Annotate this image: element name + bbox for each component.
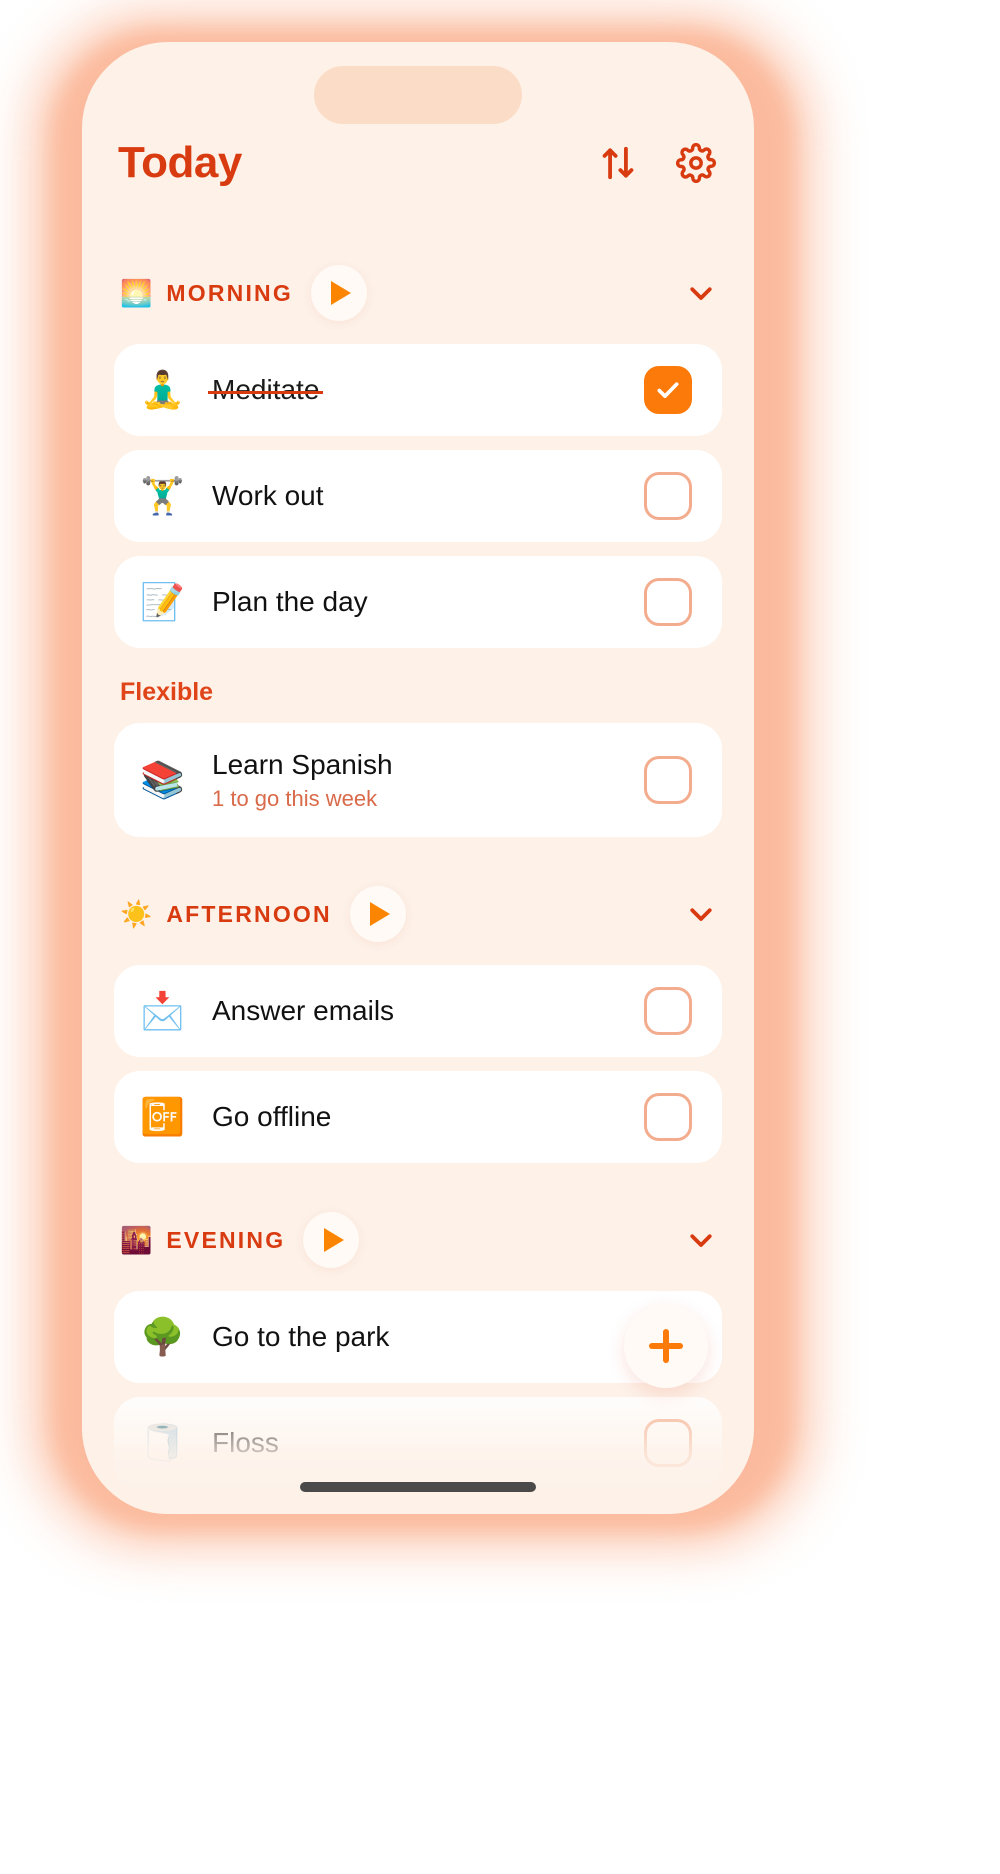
- task-title: Learn Spanish: [212, 749, 393, 781]
- task-row[interactable]: 📩 Answer emails: [114, 965, 722, 1057]
- subgroup-label-flexible: Flexible: [120, 678, 214, 706]
- task-row[interactable]: 📴 Go offline: [114, 1071, 722, 1163]
- task-text: Answer emails: [198, 994, 644, 1028]
- task-title: Go to the park: [212, 1321, 390, 1353]
- section-morning: 🌅 MORNING 🧘‍♂️ Meditate 🏋️‍♂️ Work out 📝 Plan t…: [114, 264, 722, 837]
- sunrise-icon: 🌅: [120, 278, 153, 308]
- books-icon: 📚: [140, 759, 185, 800]
- task-checkbox[interactable]: [644, 987, 692, 1035]
- task-checkbox[interactable]: [644, 472, 692, 520]
- task-text: Learn Spanish 1 to go this week: [198, 748, 644, 812]
- section-label: MORNING: [166, 279, 293, 306]
- roll-of-paper-icon: 🧻: [140, 1422, 185, 1463]
- person-meditating-icon: 🧘‍♂️: [140, 369, 185, 410]
- chevron-down-icon[interactable]: [686, 899, 716, 929]
- task-row[interactable]: 📚 Learn Spanish 1 to go this week: [114, 723, 722, 837]
- phone-screen: Today 🌅MORNING🧘‍♂️Meditate🏋️‍: [82, 42, 754, 1514]
- task-title: Plan the day: [212, 586, 368, 618]
- weight-lifter-icon: 🏋️‍♂️: [140, 475, 185, 516]
- task-title: Meditate: [207, 374, 324, 406]
- task-row[interactable]: 📝 Plan the day: [114, 556, 722, 648]
- sun-icon: ☀️: [120, 899, 153, 929]
- task-row[interactable]: 🧘‍♂️ Meditate: [114, 344, 722, 436]
- play-icon: [370, 902, 391, 926]
- memo-icon: 📝: [140, 581, 185, 622]
- task-subtitle: 1 to go this week: [212, 785, 378, 811]
- task-row[interactable]: 🏋️‍♂️ Work out: [114, 450, 722, 542]
- header-actions: [596, 141, 718, 185]
- task-text: Floss: [198, 1426, 644, 1460]
- task-text: Plan the day: [198, 585, 644, 619]
- task-text: Go offline: [198, 1100, 644, 1134]
- screenshot-canvas: Today 🌅MORNING🧘‍♂️Meditate🏋️‍: [0, 0, 1000, 1874]
- task-title: Work out: [212, 480, 324, 512]
- section-afternoon: ☀️ AFTERNOON 📩 Answer emails 📴 Go offline: [114, 885, 722, 1163]
- tree-icon: 🌳: [140, 1316, 185, 1357]
- chevron-down-icon[interactable]: [686, 278, 716, 308]
- play-icon: [331, 281, 352, 305]
- task-row[interactable]: 🧻 Floss: [114, 1397, 722, 1489]
- task-checkbox[interactable]: [644, 756, 692, 804]
- home-indicator[interactable]: [300, 1482, 536, 1492]
- task-checkbox[interactable]: [644, 1093, 692, 1141]
- app-header: Today: [82, 138, 754, 188]
- task-text: Meditate: [198, 373, 644, 407]
- play-icon: [323, 1228, 344, 1252]
- task-text: Work out: [198, 479, 644, 513]
- section-header-evening[interactable]: 🌇 EVENING: [114, 1211, 722, 1269]
- section-label: EVENING: [166, 1226, 286, 1253]
- task-checkbox-checked[interactable]: [644, 366, 692, 414]
- sort-arrows-icon[interactable]: [596, 141, 640, 185]
- task-checkbox[interactable]: [644, 578, 692, 626]
- page-title: Today: [118, 138, 242, 187]
- envelope-with-arrow-icon: 📩: [140, 990, 185, 1031]
- chevron-down-icon[interactable]: [686, 1225, 716, 1255]
- sections-container: 🌅 MORNING 🧘‍♂️ Meditate 🏋️‍♂️ Work out 📝 Plan t…: [114, 264, 722, 1489]
- task-title: Answer emails: [212, 995, 395, 1027]
- play-routine-button-afternoon[interactable]: [349, 886, 406, 942]
- play-routine-button-evening[interactable]: [303, 1212, 360, 1268]
- play-routine-button-morning[interactable]: [310, 265, 367, 321]
- task-title: Floss: [212, 1427, 279, 1459]
- plus-icon: [649, 1329, 683, 1363]
- section-header-afternoon[interactable]: ☀️ AFTERNOON: [114, 885, 722, 943]
- task-text: Go to the park: [198, 1320, 644, 1354]
- gear-icon[interactable]: [674, 141, 718, 185]
- dynamic-island: [314, 66, 522, 124]
- task-title: Go offline: [212, 1101, 332, 1133]
- section-header-morning[interactable]: 🌅 MORNING: [114, 264, 722, 322]
- add-task-button[interactable]: [624, 1304, 708, 1388]
- sunset-icon: 🌇: [120, 1225, 153, 1255]
- section-label: AFTERNOON: [166, 900, 332, 927]
- task-checkbox[interactable]: [644, 1419, 692, 1467]
- mobile-phone-off-icon: 📴: [140, 1096, 185, 1137]
